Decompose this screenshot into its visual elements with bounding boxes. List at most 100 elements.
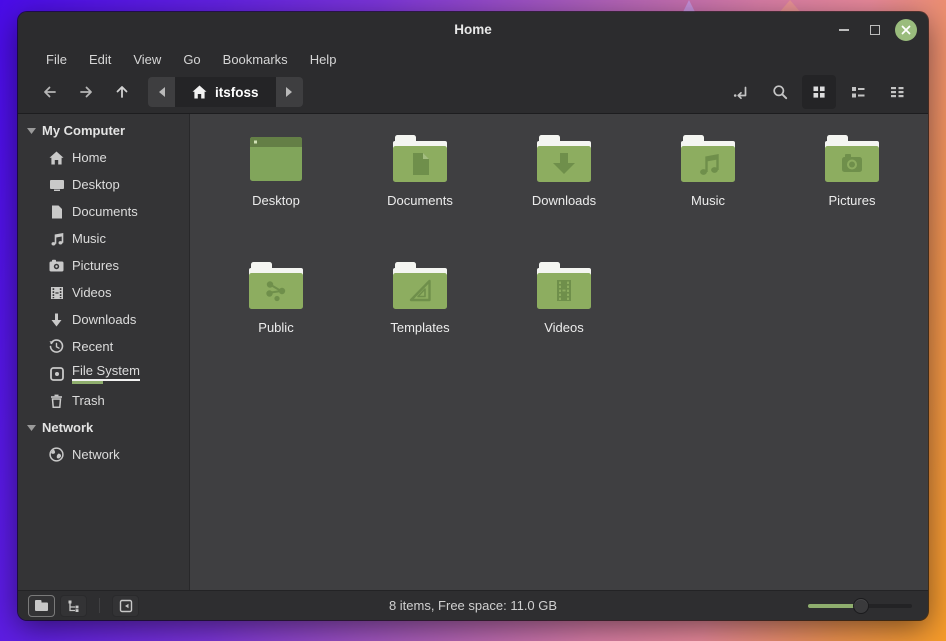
back-button[interactable]	[32, 77, 68, 107]
minimize-icon	[839, 29, 849, 31]
sidebar-item-label: Home	[72, 150, 107, 165]
list-view-button[interactable]	[841, 75, 875, 109]
globe-icon	[48, 447, 65, 463]
arrow-right-icon	[77, 83, 95, 101]
folder-music[interactable]: Music	[636, 126, 780, 253]
collapse-arrow-icon	[27, 425, 36, 431]
sidebar-item-label: Trash	[72, 393, 105, 408]
grid-view-icon	[811, 84, 827, 100]
folder-downloads[interactable]: Downloads	[492, 126, 636, 253]
close-button[interactable]	[895, 19, 917, 41]
sidebar-item-videos[interactable]: Videos	[18, 279, 189, 306]
file-manager-window: Home File Edit View Go Bookmarks Help	[18, 12, 928, 620]
arrow-up-icon	[113, 83, 131, 101]
toggle-location-entry-button[interactable]	[724, 75, 758, 109]
sidebar-item-home[interactable]: Home	[18, 144, 189, 171]
sidebar-item-desktop[interactable]: Desktop	[18, 171, 189, 198]
folder-templates[interactable]: Templates	[348, 253, 492, 380]
chevron-left-icon	[158, 87, 166, 97]
music-note-icon	[48, 231, 65, 247]
recent-clock-icon	[48, 339, 65, 355]
arrow-left-icon	[41, 83, 59, 101]
videos-folder-icon	[535, 261, 593, 311]
menu-bookmarks[interactable]: Bookmarks	[212, 52, 299, 67]
sidebar-section-network[interactable]: Network	[18, 414, 189, 441]
folder-public[interactable]: Public	[204, 253, 348, 380]
sidebar-item-music[interactable]: Music	[18, 225, 189, 252]
download-arrow-icon	[48, 312, 65, 328]
folder-label: Downloads	[532, 193, 596, 208]
hide-sidebar-button[interactable]	[112, 595, 139, 617]
folder-pictures[interactable]: Pictures	[780, 126, 924, 253]
statusbar: 8 items, Free space: 11.0 GB	[18, 590, 928, 620]
hide-panel-icon	[119, 599, 133, 613]
sidebar-item-label: Videos	[72, 285, 112, 300]
breadcrumb-next-button[interactable]	[276, 77, 303, 107]
film-icon	[48, 285, 65, 301]
sidebar-item-pictures[interactable]: Pictures	[18, 252, 189, 279]
sidebar: My Computer Home Desktop	[18, 114, 190, 590]
status-text: 8 items, Free space: 11.0 GB	[18, 598, 928, 613]
desktop-icon	[48, 177, 65, 193]
maximize-icon	[870, 25, 880, 35]
folder-label: Public	[258, 320, 293, 335]
tree-icon	[67, 599, 81, 613]
statusbar-separator	[99, 598, 100, 613]
list-view-icon	[850, 84, 866, 100]
window-controls	[833, 19, 928, 41]
folder-documents[interactable]: Documents	[348, 126, 492, 253]
icon-view-button[interactable]	[802, 75, 836, 109]
minimize-button[interactable]	[833, 19, 855, 41]
trash-icon	[48, 393, 65, 409]
sidebar-section-label: Network	[42, 420, 93, 435]
menu-view[interactable]: View	[122, 52, 172, 67]
menu-edit[interactable]: Edit	[78, 52, 122, 67]
folder-videos[interactable]: Videos	[492, 253, 636, 380]
search-button[interactable]	[763, 75, 797, 109]
sidebar-item-documents[interactable]: Documents	[18, 198, 189, 225]
desktop-screen-icon	[247, 134, 305, 184]
sidebar-item-label: Documents	[72, 204, 138, 219]
breadcrumb-prev-button[interactable]	[148, 77, 175, 107]
menu-help[interactable]: Help	[299, 52, 348, 67]
downloads-folder-icon	[535, 134, 593, 184]
folder-desktop[interactable]: Desktop	[204, 126, 348, 253]
sidebar-item-downloads[interactable]: Downloads	[18, 306, 189, 333]
compact-view-button[interactable]	[880, 75, 914, 109]
sidebar-item-label: Recent	[72, 339, 113, 354]
treeview-sidebar-button[interactable]	[60, 595, 87, 617]
titlebar[interactable]: Home	[18, 12, 928, 47]
sidebar-section-my-computer[interactable]: My Computer	[18, 117, 189, 144]
disk-icon	[48, 366, 65, 382]
templates-folder-icon	[391, 261, 449, 311]
up-button[interactable]	[104, 77, 140, 107]
breadcrumb-location-label: itsfoss	[215, 85, 259, 100]
folder-icon	[34, 599, 49, 612]
collapse-arrow-icon	[27, 128, 36, 134]
content-area: My Computer Home Desktop	[18, 114, 928, 590]
desktop-wallpaper: Home File Edit View Go Bookmarks Help	[0, 0, 946, 641]
home-icon	[192, 85, 207, 99]
sidebar-item-label: Network	[72, 447, 120, 462]
file-view[interactable]: Desktop Documents	[190, 114, 928, 590]
folder-label: Videos	[544, 320, 584, 335]
sidebar-item-recent[interactable]: Recent	[18, 333, 189, 360]
menu-go[interactable]: Go	[172, 52, 211, 67]
sidebar-item-network[interactable]: Network	[18, 441, 189, 468]
breadcrumb-current-location[interactable]: itsfoss	[175, 77, 276, 107]
folder-label: Music	[691, 193, 725, 208]
zoom-slider-handle[interactable]	[853, 598, 869, 614]
places-sidebar-button[interactable]	[28, 595, 55, 617]
zoom-slider[interactable]	[808, 604, 912, 608]
maximize-button[interactable]	[864, 19, 886, 41]
close-icon	[895, 19, 917, 41]
zoom-slider-fill	[808, 604, 856, 608]
toolbar-right-group	[724, 75, 914, 109]
sidebar-mode-buttons	[28, 595, 139, 617]
sidebar-item-label: Pictures	[72, 258, 119, 273]
sidebar-item-trash[interactable]: Trash	[18, 387, 189, 414]
forward-button[interactable]	[68, 77, 104, 107]
menu-file[interactable]: File	[35, 52, 78, 67]
sidebar-item-file-system[interactable]: File System	[18, 360, 189, 387]
window-title: Home	[18, 22, 928, 37]
